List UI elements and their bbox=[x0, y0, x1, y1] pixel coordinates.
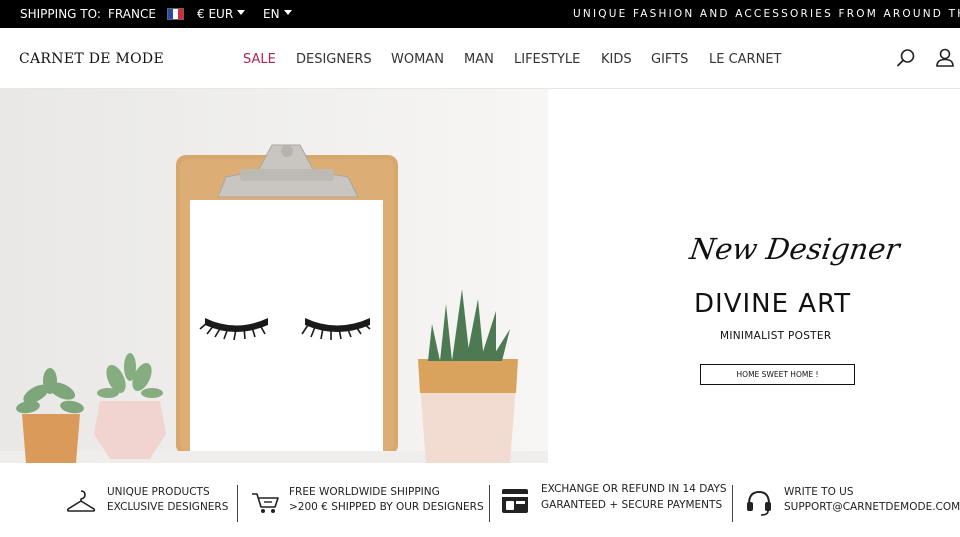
main-header: CARNET DE MODE SALE DESIGNERS WOMAN MAN … bbox=[0, 28, 960, 89]
hero-image[interactable] bbox=[0, 89, 548, 463]
nav-woman[interactable]: WOMAN bbox=[391, 52, 444, 67]
hero-banner bbox=[548, 89, 960, 463]
home-sweet-home-button[interactable]: HOME SWEET HOME ! bbox=[700, 364, 855, 385]
feature-line: WRITE TO US bbox=[784, 486, 854, 498]
feature-free-shipping: FREE WORLDWIDE SHIPPING >200 € SHIPPED B… bbox=[289, 485, 484, 515]
feature-write-to-us: WRITE TO US SUPPORT@CARNETDEMODE.COM bbox=[784, 485, 960, 515]
clipboard-poster-illustration bbox=[0, 89, 548, 463]
divider bbox=[237, 485, 238, 522]
headset-icon bbox=[747, 490, 771, 516]
divider bbox=[489, 485, 490, 522]
nav-sale[interactable]: SALE bbox=[243, 52, 276, 67]
hero-script-title: New Designer bbox=[687, 232, 902, 266]
chevron-down-icon bbox=[283, 10, 292, 15]
feature-line: FREE WORLDWIDE SHIPPING bbox=[289, 486, 440, 498]
nav-designers[interactable]: DESIGNERS bbox=[296, 52, 372, 67]
payment-icon bbox=[502, 489, 528, 513]
features-bar: UNIQUE PRODUCTS EXCLUSIVE DESIGNERS FREE… bbox=[0, 463, 960, 537]
hero-subtitle: MINIMALIST POSTER bbox=[720, 330, 832, 342]
nav-lifestyle[interactable]: LIFESTYLE bbox=[514, 52, 580, 67]
nav-man[interactable]: MAN bbox=[464, 52, 494, 67]
currency-selector[interactable]: € EUR bbox=[197, 7, 246, 21]
site-logo[interactable]: CARNET DE MODE bbox=[19, 51, 164, 67]
nav-le-carnet[interactable]: LE CARNET bbox=[709, 52, 781, 67]
language-selector[interactable]: EN bbox=[263, 7, 292, 21]
shipping-country-selector[interactable]: FRANCE bbox=[108, 7, 156, 21]
nav-gifts[interactable]: GIFTS bbox=[651, 52, 688, 67]
shipping-label: SHIPPING TO: bbox=[20, 7, 101, 21]
feature-line: UNIQUE PRODUCTS bbox=[107, 486, 210, 498]
search-icon[interactable] bbox=[896, 48, 916, 68]
chevron-down-icon bbox=[237, 10, 246, 15]
hanger-icon bbox=[66, 490, 96, 512]
user-icon[interactable] bbox=[935, 48, 955, 68]
cart-icon bbox=[252, 493, 279, 513]
currency-label: € EUR bbox=[197, 7, 234, 21]
feature-line: >200 € SHIPPED BY OUR DESIGNERS bbox=[289, 501, 484, 513]
feature-line: EXCHANGE OR REFUND IN 14 DAYS bbox=[541, 483, 727, 495]
feature-exchange-refund: EXCHANGE OR REFUND IN 14 DAYS GARANTEED … bbox=[541, 481, 727, 513]
language-label: EN bbox=[263, 7, 280, 21]
feature-line: EXCLUSIVE DESIGNERS bbox=[107, 501, 229, 513]
hero-brand-title: DIVINE ART bbox=[694, 289, 852, 319]
support-email-link[interactable]: SUPPORT@CARNETDEMODE.COM bbox=[784, 500, 960, 515]
feature-line: GARANTEED + SECURE PAYMENTS bbox=[541, 499, 723, 511]
divider bbox=[732, 485, 733, 522]
france-flag-icon[interactable] bbox=[167, 8, 184, 20]
nav-kids[interactable]: KIDS bbox=[601, 52, 632, 67]
feature-unique-products: UNIQUE PRODUCTS EXCLUSIVE DESIGNERS bbox=[107, 485, 228, 515]
top-bar: SHIPPING TO: FRANCE € EUR EN UNIQUE FASH… bbox=[0, 0, 960, 28]
tagline: UNIQUE FASHION AND ACCESSORIES FROM AROU… bbox=[573, 8, 960, 20]
